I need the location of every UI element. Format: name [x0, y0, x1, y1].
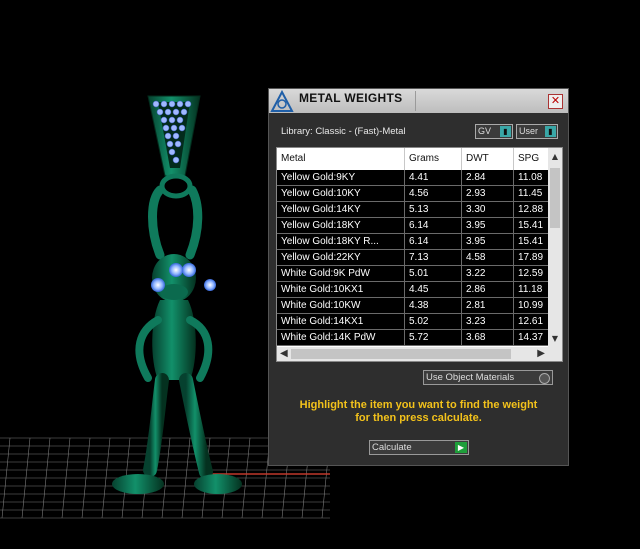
cell-grams: 6.14: [405, 234, 462, 249]
window-title: METAL WEIGHTS: [299, 91, 403, 105]
user-select[interactable]: User ▮: [516, 124, 558, 139]
instruction-line-2: for then press calculate.: [355, 412, 482, 424]
dropdown-arrow-icon: ▮: [500, 126, 511, 137]
cell-metal: Yellow Gold:18KY: [277, 218, 405, 233]
table-row[interactable]: Yellow Gold:18KY R... 6.14 3.95 15.41: [277, 234, 554, 250]
table-row[interactable]: White Gold:10KW 4.38 2.81 10.99: [277, 298, 554, 314]
app-logo-icon: [270, 89, 294, 112]
metal-weights-panel: METAL WEIGHTS ✕ Library: Classic - (Fast…: [268, 88, 569, 466]
use-object-materials-label: Use Object Materials: [426, 372, 515, 383]
cell-grams: 4.41: [405, 170, 462, 185]
cell-dwt: 2.93: [462, 186, 514, 201]
horizontal-scrollbar[interactable]: ◀ ▶: [277, 347, 562, 361]
instruction-line-1: Highlight the item you want to find the …: [299, 399, 538, 411]
cell-metal: Yellow Gold:14KY: [277, 202, 405, 217]
cell-grams: 4.56: [405, 186, 462, 201]
user-select-value: User: [519, 126, 539, 136]
cell-dwt: 2.86: [462, 282, 514, 297]
column-header-dwt[interactable]: DWT: [462, 148, 514, 170]
table-row[interactable]: Yellow Gold:18KY 6.14 3.95 15.41: [277, 218, 554, 234]
library-label: Library: Classic - (Fast)-Metal: [281, 126, 406, 137]
cell-dwt: 2.81: [462, 298, 514, 313]
calculate-label: Calculate: [372, 442, 412, 453]
cell-dwt: 3.30: [462, 202, 514, 217]
calculate-button[interactable]: Calculate ▶: [369, 440, 469, 455]
cell-dwt: 3.23: [462, 314, 514, 329]
table-row[interactable]: Yellow Gold:22KY 7.13 4.58 17.89: [277, 250, 554, 266]
cell-dwt: 3.95: [462, 234, 514, 249]
play-arrow-icon: ▶: [455, 442, 467, 453]
cell-dwt: 3.95: [462, 218, 514, 233]
cell-metal: White Gold:14K PdW: [277, 330, 405, 345]
cell-dwt: 4.58: [462, 250, 514, 265]
horizontal-scroll-thumb[interactable]: [291, 349, 511, 359]
table-row[interactable]: White Gold:9K PdW 5.01 3.22 12.59: [277, 266, 554, 282]
table-body: Yellow Gold:9KY 4.41 2.84 11.08 Yellow Gold…: [277, 170, 554, 346]
metal-table[interactable]: Metal Grams DWT SPG Yellow Gold:9KY 4.41 2…: [276, 147, 563, 362]
unit-select[interactable]: GV ▮: [475, 124, 513, 139]
use-object-materials-select[interactable]: Use Object Materials: [423, 370, 553, 385]
scroll-down-icon[interactable]: ▼: [548, 334, 562, 343]
vertical-scroll-thumb[interactable]: [550, 168, 560, 228]
title-bar[interactable]: METAL WEIGHTS ✕: [269, 89, 568, 113]
cell-grams: 4.38: [405, 298, 462, 313]
vertical-scrollbar[interactable]: ▲ ▼: [548, 148, 562, 347]
cell-grams: 5.13: [405, 202, 462, 217]
cell-metal: White Gold:10KW: [277, 298, 405, 313]
dropdown-arrow-icon: ▮: [545, 126, 556, 137]
scroll-up-icon[interactable]: ▲: [548, 152, 562, 161]
cell-metal: White Gold:10KX1: [277, 282, 405, 297]
instruction-text: Highlight the item you want to find the …: [269, 399, 568, 425]
cell-grams: 5.02: [405, 314, 462, 329]
column-header-metal[interactable]: Metal: [277, 148, 405, 170]
cell-grams: 7.13: [405, 250, 462, 265]
cell-metal: Yellow Gold:9KY: [277, 170, 405, 185]
table-row[interactable]: White Gold:14K PdW 5.72 3.68 14.37: [277, 330, 554, 346]
table-row[interactable]: White Gold:10KX1 4.45 2.86 11.18: [277, 282, 554, 298]
table-row[interactable]: Yellow Gold:9KY 4.41 2.84 11.08: [277, 170, 554, 186]
close-icon: ✕: [550, 94, 561, 107]
cell-metal: Yellow Gold:18KY R...: [277, 234, 405, 249]
cell-grams: 5.01: [405, 266, 462, 281]
cell-dwt: 3.68: [462, 330, 514, 345]
dropdown-arrow-icon: [539, 373, 550, 384]
table-row[interactable]: Yellow Gold:14KY 5.13 3.30 12.88: [277, 202, 554, 218]
table-row[interactable]: White Gold:14KX1 5.02 3.23 12.61: [277, 314, 554, 330]
scroll-right-icon[interactable]: ▶: [537, 347, 545, 361]
cell-grams: 5.72: [405, 330, 462, 345]
cell-metal: Yellow Gold:22KY: [277, 250, 405, 265]
title-divider: [415, 91, 416, 111]
rabbit-model[interactable]: [112, 95, 242, 494]
cell-grams: 4.45: [405, 282, 462, 297]
cell-dwt: 2.84: [462, 170, 514, 185]
scroll-left-icon[interactable]: ◀: [280, 347, 288, 361]
close-button[interactable]: ✕: [548, 94, 563, 109]
cell-dwt: 3.22: [462, 266, 514, 281]
cell-metal: White Gold:14KX1: [277, 314, 405, 329]
column-header-grams[interactable]: Grams: [405, 148, 462, 170]
unit-select-value: GV: [478, 126, 492, 136]
cell-metal: Yellow Gold:10KY: [277, 186, 405, 201]
cell-grams: 6.14: [405, 218, 462, 233]
table-row[interactable]: Yellow Gold:10KY 4.56 2.93 11.45: [277, 186, 554, 202]
table-header: Metal Grams DWT SPG: [277, 148, 562, 170]
cell-metal: White Gold:9K PdW: [277, 266, 405, 281]
